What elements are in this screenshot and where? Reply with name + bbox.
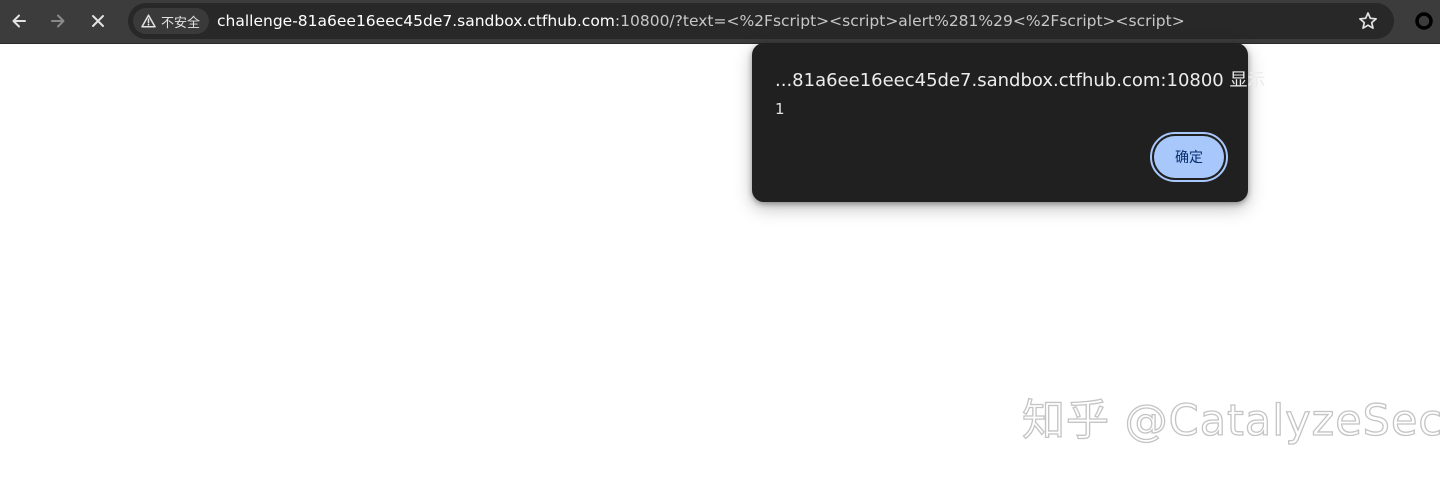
- address-bar[interactable]: 不安全 challenge-81a6ee16eec45de7.sandbox.c…: [128, 3, 1394, 39]
- url-path: :10800/?text=<%2Fscript><script>alert%28…: [614, 12, 1185, 30]
- browser-toolbar: 不安全 challenge-81a6ee16eec45de7.sandbox.c…: [0, 0, 1440, 44]
- dialog-title: ...81a6ee16eec45de7.sandbox.ctfhub.com:1…: [775, 70, 1266, 91]
- alert-dialog: ...81a6ee16eec45de7.sandbox.ctfhub.com:1…: [752, 43, 1265, 202]
- url-text[interactable]: challenge-81a6ee16eec45de7.sandbox.ctfhu…: [217, 3, 1185, 39]
- arrow-left-icon: [12, 14, 26, 28]
- security-indicator[interactable]: 不安全: [133, 8, 210, 34]
- security-label: 不安全: [161, 15, 201, 31]
- ok-button[interactable]: 确定: [1150, 132, 1228, 182]
- warning-triangle-icon: [141, 14, 156, 28]
- dialog-message: 1: [775, 100, 785, 118]
- url-host: challenge-81a6ee16eec45de7.sandbox.ctfhu…: [217, 12, 615, 30]
- close-icon: [92, 15, 104, 27]
- forward-button[interactable]: [43, 6, 73, 36]
- extension-button[interactable]: [1409, 6, 1439, 36]
- bookmark-button[interactable]: [1353, 6, 1383, 36]
- back-button[interactable]: [4, 6, 34, 36]
- star-outline-icon: [1359, 12, 1377, 30]
- stop-button[interactable]: [83, 6, 113, 36]
- arrow-right-icon: [51, 14, 65, 28]
- circle-icon: [1415, 12, 1433, 30]
- watermark-text: 知乎 @CatalyzeSec: [1021, 395, 1440, 446]
